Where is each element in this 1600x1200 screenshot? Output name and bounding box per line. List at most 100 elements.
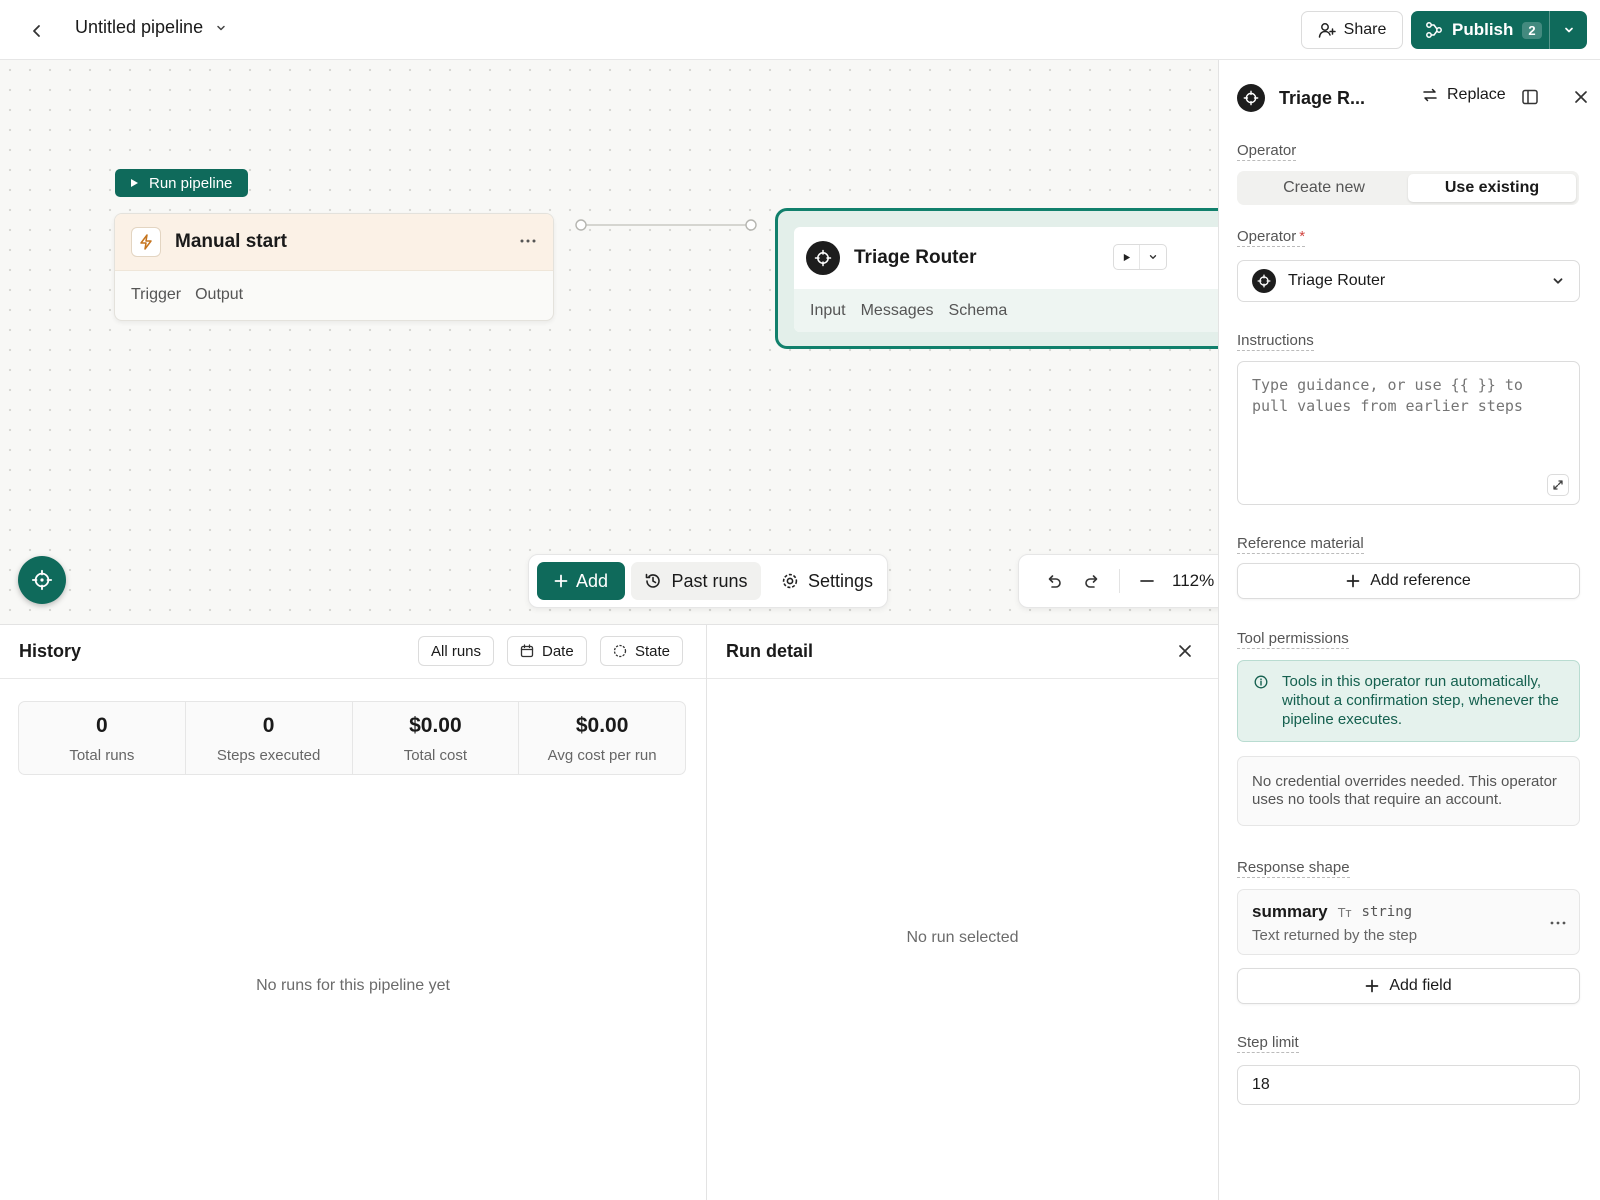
chevron-down-icon <box>1553 278 1563 284</box>
triage-router-tabs: Input Messages Schema <box>794 289 1218 332</box>
info-icon <box>1254 675 1268 689</box>
manual-start-node[interactable]: Manual start Trigger Output <box>114 213 554 321</box>
status-circle-icon <box>613 644 627 658</box>
response-field-description: Text returned by the step <box>1252 927 1418 944</box>
close-sidebar-button[interactable] <box>1573 89 1589 105</box>
history-empty-state: No runs for this pipeline yet <box>256 977 450 994</box>
tab-messages[interactable]: Messages <box>861 302 934 320</box>
text-type-icon: Tт <box>1337 904 1352 920</box>
run-step-button[interactable] <box>1114 245 1141 269</box>
settings-label: Settings <box>807 570 874 591</box>
response-field-card[interactable]: summary Tт string Text returned by the s… <box>1237 889 1580 955</box>
chevron-down-icon <box>1564 27 1573 33</box>
stat-total-runs: 0 Total runs <box>19 702 186 774</box>
publish-menu-button[interactable] <box>1549 11 1587 49</box>
add-field-button[interactable]: Add field <box>1237 968 1580 1004</box>
step-limit-input[interactable] <box>1237 1065 1580 1105</box>
add-label: Add <box>575 570 609 591</box>
gear-icon <box>782 573 798 589</box>
replace-label: Replace <box>1447 86 1506 103</box>
operator-select[interactable]: Triage Router <box>1237 260 1580 302</box>
past-runs-button[interactable]: Past runs <box>631 562 761 600</box>
filter-date[interactable]: Date <box>507 636 587 666</box>
triage-router-card: Triage Router Input Messages Schema <box>794 227 1218 332</box>
run-pipeline-button[interactable]: Run pipeline <box>115 169 248 197</box>
chevron-down-icon <box>1149 255 1157 259</box>
toggle-panel-button[interactable] <box>1521 88 1539 106</box>
crosshair-icon <box>1257 274 1271 288</box>
response-shape-label: Response shape <box>1237 859 1350 878</box>
tab-output[interactable]: Output <box>195 286 243 304</box>
top-bar: Untitled pipeline Share Publish 2 <box>0 0 1600 60</box>
tool-permissions-label: Tool permissions <box>1237 630 1349 649</box>
past-runs-label: Past runs <box>671 570 748 591</box>
required-mark: * <box>1299 228 1306 245</box>
operator-mode-toggle: Create new Use existing <box>1237 171 1579 205</box>
close-run-detail-button[interactable] <box>1177 643 1193 659</box>
share-button[interactable]: Share <box>1301 11 1403 49</box>
tool-permissions-info: Tools in this operator run automatically… <box>1237 660 1580 742</box>
play-icon <box>1123 253 1131 261</box>
create-new-option[interactable]: Create new <box>1240 174 1408 202</box>
publish-label: Publish <box>1452 20 1514 39</box>
publish-button[interactable]: Publish 2 <box>1411 11 1587 49</box>
tab-trigger[interactable]: Trigger <box>131 286 181 304</box>
recenter-button[interactable] <box>18 556 66 604</box>
stat-total-cost: $0.00 Total cost <box>353 702 520 774</box>
response-field-name: summary <box>1252 902 1328 921</box>
operator-select-label: Operator * <box>1237 228 1306 247</box>
stat-value: 0 <box>96 714 108 737</box>
pipeline-title-menu[interactable]: Untitled pipeline <box>75 17 227 38</box>
crosshair-icon <box>814 249 832 267</box>
run-step-menu-button[interactable] <box>1140 245 1166 269</box>
history-stats: 0 Total runs 0 Steps executed $0.00 Tota… <box>18 701 686 775</box>
add-reference-button[interactable]: Add reference <box>1237 563 1580 599</box>
canvas-toolbar: Add Past runs Settings <box>528 554 888 608</box>
back-button[interactable] <box>24 18 50 44</box>
pipeline-canvas[interactable]: Run pipeline Manual start Trigger Output <box>0 60 1218 624</box>
undo-button[interactable] <box>1035 572 1073 590</box>
chevron-left-icon <box>33 25 40 37</box>
operator-select-label-text: Operator <box>1237 228 1297 245</box>
run-step-split-button <box>1113 244 1167 270</box>
manual-start-tabs: Trigger Output <box>115 271 553 304</box>
crosshair-icon <box>31 569 53 591</box>
tab-schema[interactable]: Schema <box>949 302 1008 320</box>
operator-select-value: Triage Router <box>1288 272 1386 289</box>
replace-button[interactable]: Replace <box>1422 86 1506 104</box>
filter-all-runs[interactable]: All runs <box>418 636 495 666</box>
history-panel: History All runs Date State 0 Total runs… <box>0 624 707 1200</box>
stat-label: Steps executed <box>216 747 321 764</box>
chevron-down-icon <box>217 25 225 30</box>
redo-button[interactable] <box>1073 572 1111 590</box>
manual-start-title: Manual start <box>175 231 287 252</box>
credential-note: No credential overrides needed. This ope… <box>1237 756 1580 826</box>
publish-main[interactable]: Publish 2 <box>1411 11 1549 49</box>
redo-icon <box>1085 575 1098 588</box>
triage-router-header: Triage Router <box>794 227 1218 289</box>
instructions-textarea[interactable] <box>1237 361 1580 505</box>
plus-icon <box>1346 574 1360 588</box>
step-config-sidebar: Triage R... Replace Operator Create new … <box>1218 60 1600 1200</box>
expand-editor-button[interactable] <box>1547 474 1569 496</box>
reference-material-label: Reference material <box>1237 535 1364 554</box>
settings-button[interactable]: Settings <box>767 562 887 600</box>
pipeline-title: Untitled pipeline <box>75 17 204 37</box>
run-detail-title: Run detail <box>726 641 814 661</box>
zoom-level[interactable]: 112% <box>1172 571 1214 591</box>
tab-input[interactable]: Input <box>810 302 846 320</box>
undo-icon <box>1048 575 1061 588</box>
zoom-out-button[interactable] <box>1128 573 1166 589</box>
response-field-menu-button[interactable] <box>1549 914 1567 932</box>
run-detail-panel: Run detail No run selected <box>707 624 1218 1200</box>
zoom-toolbar: 112% <box>1018 554 1218 608</box>
filter-state[interactable]: State <box>600 636 684 666</box>
user-plus-icon <box>1318 23 1336 38</box>
operator-avatar <box>806 241 840 275</box>
triage-router-node[interactable]: Triage Router Input Messages Schema <box>775 208 1218 349</box>
use-existing-option[interactable]: Use existing <box>1408 174 1576 202</box>
sidebar-header: Triage R... Replace <box>1237 82 1587 114</box>
node-menu-button[interactable] <box>519 232 537 250</box>
add-step-button[interactable]: Add <box>537 562 625 600</box>
more-horizontal-icon <box>1550 921 1566 925</box>
